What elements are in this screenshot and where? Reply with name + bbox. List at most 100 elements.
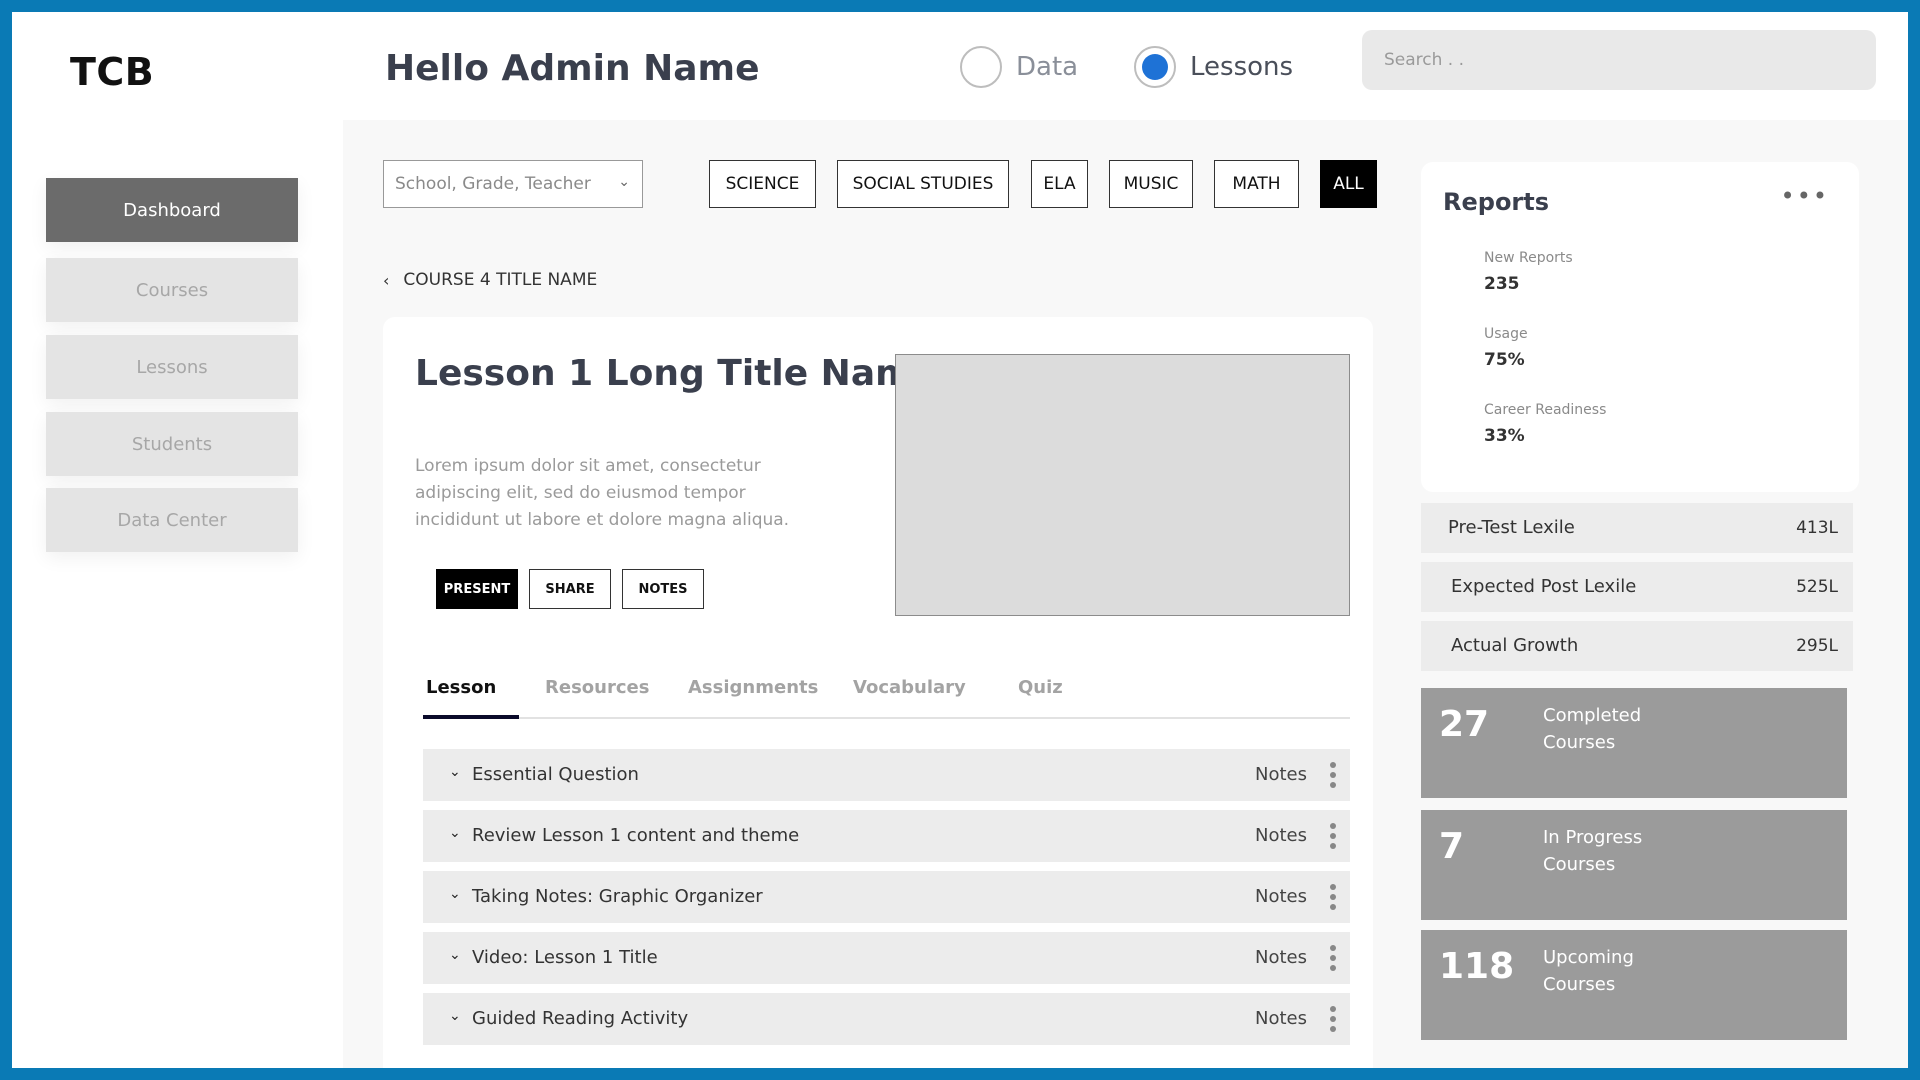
tab-assignments[interactable]: Assignments [688, 677, 818, 698]
chevron-down-icon[interactable]: ⌄ [449, 825, 461, 841]
lesson-section-row[interactable]: ⌄ Essential Question Notes [423, 749, 1350, 801]
section-notes-link[interactable]: Notes [1255, 825, 1307, 846]
lesson-section-row[interactable]: ⌄ Video: Lesson 1 Title Notes [423, 932, 1350, 984]
select-value: School, Grade, Teacher [395, 174, 591, 194]
view-toggle-label: Data [1016, 52, 1079, 82]
section-label: Review Lesson 1 content and theme [472, 825, 800, 846]
tab-quiz[interactable]: Quiz [1018, 677, 1063, 698]
subject-filter-science[interactable]: SCIENCE [709, 160, 816, 208]
chevron-down-icon[interactable]: ⌄ [449, 1008, 461, 1024]
chip-label: ALL [1333, 174, 1364, 194]
in-progress-courses-tile[interactable]: 7 In Progress Courses [1421, 810, 1847, 920]
section-label: Essential Question [472, 764, 639, 785]
sidebar: Dashboard Courses Lessons Students Data … [12, 120, 343, 1068]
breadcrumb-label: COURSE 4 TITLE NAME [403, 270, 598, 290]
more-vertical-icon[interactable] [1330, 1006, 1336, 1032]
tab-resources[interactable]: Resources [545, 677, 649, 698]
lesson-section-row[interactable]: ⌄ Guided Reading Activity Notes [423, 993, 1350, 1045]
stat-label: Career Readiness [1484, 402, 1607, 418]
reports-title: Reports [1443, 188, 1550, 216]
chip-label: ELA [1043, 174, 1076, 194]
course-count-label: Upcoming Courses [1543, 947, 1634, 995]
chip-label: SOCIAL STUDIES [852, 174, 994, 194]
present-button[interactable]: PRESENT [436, 569, 518, 609]
more-vertical-icon[interactable] [1330, 762, 1336, 788]
lexile-row: Pre-Test Lexile 413L [1421, 503, 1853, 553]
reports-panel: Reports ••• New Reports 235 Usage 75% Ca… [1421, 162, 1859, 492]
course-count-label: Completed Courses [1543, 705, 1642, 753]
chevron-left-icon: ‹ [383, 270, 390, 290]
sidebar-item-label: Courses [135, 279, 209, 301]
lesson-card: Lesson 1 Long Title Name Lorem ipsum dol… [383, 317, 1373, 1068]
subject-filter-music[interactable]: MUSIC [1109, 160, 1193, 208]
lesson-title: Lesson 1 Long Title Name [415, 353, 938, 394]
section-label: Video: Lesson 1 Title [472, 947, 658, 968]
lexile-label: Actual Growth [1451, 635, 1579, 656]
sidebar-item-label: Lessons [136, 356, 208, 378]
lexile-row: Actual Growth 295L [1421, 621, 1853, 671]
section-notes-link[interactable]: Notes [1255, 886, 1307, 907]
view-toggle-label: Lessons [1190, 52, 1294, 82]
tab-vocabulary[interactable]: Vocabulary [853, 677, 966, 698]
notes-button[interactable]: NOTES [622, 569, 704, 609]
radio-unselected-icon [960, 46, 1002, 88]
lesson-description: Lorem ipsum dolor sit amet, consectetur … [415, 456, 790, 530]
course-count: 118 [1439, 946, 1515, 987]
chevron-down-icon[interactable]: ⌄ [449, 947, 461, 963]
more-vertical-icon[interactable] [1330, 823, 1336, 849]
view-toggle-lessons[interactable]: Lessons [1134, 46, 1293, 88]
sidebar-item-label: Students [131, 433, 213, 455]
lexile-label: Pre-Test Lexile [1448, 517, 1575, 538]
stat-label: New Reports [1484, 250, 1573, 266]
section-notes-link[interactable]: Notes [1255, 764, 1307, 785]
button-label: SHARE [545, 581, 595, 597]
stat-value: 33% [1484, 426, 1525, 446]
sidebar-item-lessons[interactable]: Lessons [46, 335, 298, 399]
lesson-tabs: Lesson Resources Assignments Vocabulary … [423, 669, 1350, 719]
section-notes-link[interactable]: Notes [1255, 1008, 1307, 1029]
section-label: Taking Notes: Graphic Organizer [472, 886, 763, 907]
course-count: 7 [1439, 826, 1465, 867]
upcoming-courses-tile[interactable]: 118 Upcoming Courses [1421, 930, 1847, 1040]
more-horizontal-icon[interactable]: ••• [1781, 182, 1829, 210]
sidebar-item-courses[interactable]: Courses [46, 258, 298, 322]
stat-value: 75% [1484, 350, 1525, 370]
sidebar-item-dashboard[interactable]: Dashboard [46, 178, 298, 242]
more-vertical-icon[interactable] [1330, 945, 1336, 971]
view-toggle-data[interactable]: Data [960, 46, 1078, 88]
chevron-down-icon[interactable]: ⌄ [449, 886, 461, 902]
subject-filter-math[interactable]: MATH [1214, 160, 1299, 208]
chip-label: SCIENCE [725, 174, 800, 194]
lesson-section-row[interactable]: ⌄ Review Lesson 1 content and theme Note… [423, 810, 1350, 862]
section-label: Guided Reading Activity [472, 1008, 689, 1029]
tab-lesson[interactable]: Lesson [426, 677, 496, 698]
stat-label: Usage [1484, 326, 1528, 342]
subject-filter-ela[interactable]: ELA [1031, 160, 1088, 208]
lesson-media-placeholder[interactable] [895, 354, 1350, 616]
course-count: 27 [1439, 704, 1490, 745]
search-input[interactable] [1362, 30, 1876, 90]
more-vertical-icon[interactable] [1330, 884, 1336, 910]
lexile-value: 525L [1796, 577, 1838, 597]
chip-label: MATH [1232, 174, 1281, 194]
breadcrumb[interactable]: ‹ COURSE 4 TITLE NAME [383, 270, 597, 290]
section-notes-link[interactable]: Notes [1255, 947, 1307, 968]
lexile-label: Expected Post Lexile [1451, 576, 1637, 597]
button-label: PRESENT [443, 581, 511, 597]
sidebar-item-label: Dashboard [123, 199, 221, 221]
sidebar-item-students[interactable]: Students [46, 412, 298, 476]
lexile-row: Expected Post Lexile 525L [1421, 562, 1853, 612]
completed-courses-tile[interactable]: 27 Completed Courses [1421, 688, 1847, 798]
app-frame: TCB Hello Admin Name Data Lessons Dashbo… [12, 12, 1908, 1068]
active-tab-indicator [423, 715, 519, 719]
subject-filter-social-studies[interactable]: SOCIAL STUDIES [837, 160, 1009, 208]
lexile-value: 413L [1796, 518, 1838, 538]
lesson-section-row[interactable]: ⌄ Taking Notes: Graphic Organizer Notes [423, 871, 1350, 923]
subject-filter-all[interactable]: ALL [1320, 160, 1377, 208]
school-grade-teacher-select[interactable]: School, Grade, Teacher ⌄ [383, 160, 643, 208]
chevron-down-icon[interactable]: ⌄ [449, 764, 461, 780]
sidebar-item-data-center[interactable]: Data Center [46, 488, 298, 552]
course-count-label: In Progress Courses [1543, 827, 1643, 875]
stat-value: 235 [1484, 274, 1520, 294]
share-button[interactable]: SHARE [529, 569, 611, 609]
